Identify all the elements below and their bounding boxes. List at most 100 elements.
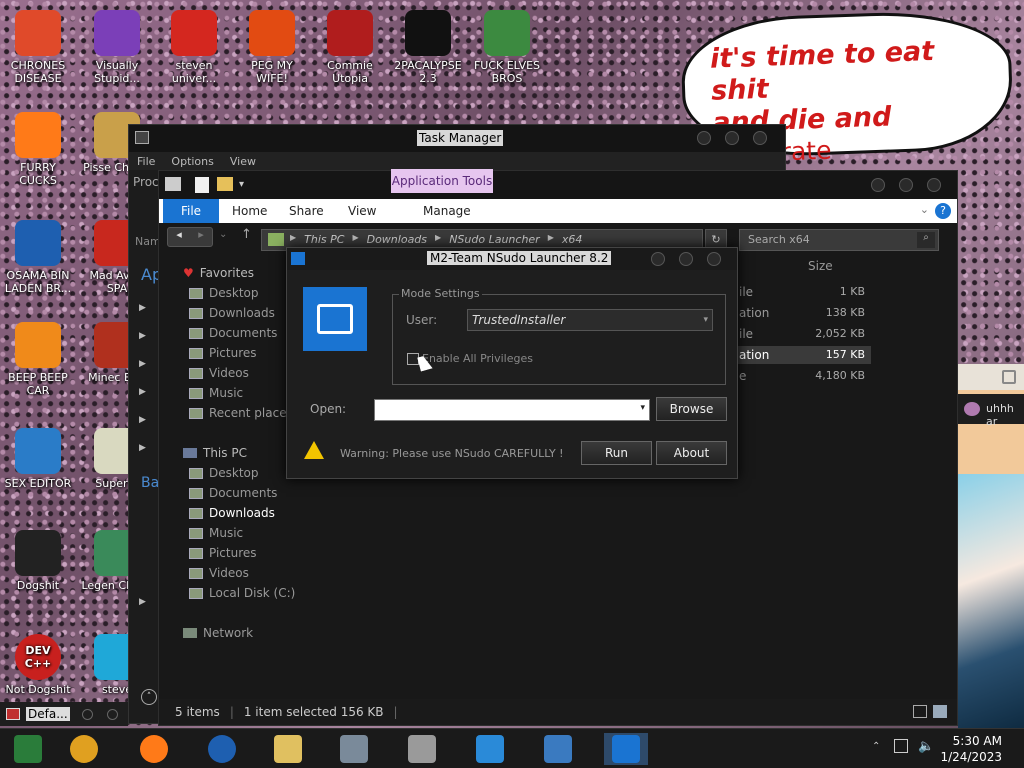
file-explorer-icon[interactable] <box>266 733 310 765</box>
maximize-button[interactable] <box>899 178 913 192</box>
enable-all-privileges-label[interactable]: Enable All Privileges <box>422 352 533 365</box>
network-app-icon[interactable] <box>536 733 580 765</box>
fewer-details-icon[interactable]: ˄ <box>141 689 157 705</box>
breadcrumb-separator-icon[interactable]: ▶ <box>290 233 296 246</box>
minimize-button[interactable] <box>651 252 665 266</box>
obama-icon[interactable] <box>200 733 244 765</box>
tab-home[interactable]: Home <box>232 199 267 223</box>
show-hidden-icons[interactable]: ⌃ <box>872 741 880 752</box>
tab-processes[interactable]: Proc <box>133 175 159 189</box>
volume-icon[interactable]: 🔈 <box>918 739 934 754</box>
tab-file[interactable]: File <box>163 199 219 223</box>
tab-manage[interactable]: Manage <box>423 199 471 223</box>
nav-item[interactable]: Desktop <box>189 466 259 480</box>
nav-item[interactable]: Downloads <box>189 306 275 320</box>
desktop-icon[interactable]: CHRONES DISEASE <box>0 10 76 85</box>
desktop-icon[interactable]: Visually Stupid... <box>79 10 155 85</box>
desktop-icon[interactable]: PEG MY WIFE! <box>234 10 310 85</box>
file-row[interactable]: ile 2,052 KB <box>737 325 871 343</box>
column-size[interactable]: Size <box>808 259 833 273</box>
task-manager-icon[interactable] <box>332 733 376 765</box>
browse-button[interactable]: Browse <box>656 397 727 421</box>
tab-share[interactable]: Share <box>289 199 324 223</box>
file-row[interactable]: ation 157 KB <box>737 346 871 364</box>
recent-dropdown-icon[interactable]: ⌄ <box>219 229 227 240</box>
desktop-icon[interactable]: 2PACALYPSE 2.3 <box>390 10 466 85</box>
file-row[interactable]: ile 1 KB <box>737 283 871 301</box>
file-row[interactable]: ation 138 KB <box>737 304 871 322</box>
search-input[interactable]: Search x64 <box>748 233 810 246</box>
start-button[interactable] <box>6 733 50 765</box>
run-button[interactable]: Run <box>581 441 652 465</box>
open-combobox[interactable]: ▾ <box>374 399 650 421</box>
breadcrumb-item[interactable]: NSudo Launcher <box>449 233 540 246</box>
desktop-icon[interactable]: OSAMA BIN LADEN BR... <box>0 220 76 295</box>
expand-arrow-icon[interactable]: ▶ <box>139 331 146 341</box>
nav-item[interactable]: Videos <box>189 366 249 380</box>
nav-item[interactable]: Recent places <box>189 406 293 420</box>
close-button[interactable] <box>927 178 941 192</box>
desktop-icon[interactable]: steven univer... <box>156 10 232 85</box>
forward-button[interactable]: ▸ <box>190 228 212 246</box>
nav-item[interactable]: Music <box>189 526 243 540</box>
breadcrumb-item[interactable]: This PC <box>304 233 344 246</box>
expand-arrow-icon[interactable]: ▶ <box>139 597 146 607</box>
restore-button[interactable] <box>81 708 93 720</box>
desktop-icon[interactable]: Dogshit <box>0 530 76 592</box>
expand-arrow-icon[interactable]: ▶ <box>139 303 146 313</box>
file-row[interactable]: e 4,180 KB <box>737 367 871 385</box>
nsudo-titlebar[interactable]: M2-Team NSudo Launcher 8.2 <box>287 248 737 270</box>
nav-item[interactable]: Desktop <box>189 286 259 300</box>
expand-ribbon-icon[interactable]: ⌄ <box>920 203 929 216</box>
breadcrumb-separator-icon[interactable]: ▶ <box>435 233 441 246</box>
menu-file[interactable]: File <box>137 155 155 168</box>
close-button[interactable] <box>707 252 721 266</box>
chrome-icon[interactable] <box>62 733 106 765</box>
nsudo-taskbar-icon[interactable] <box>604 733 648 765</box>
nav-network[interactable]: Network <box>183 626 253 640</box>
network-tray-icon[interactable] <box>894 739 908 753</box>
desktop-icon[interactable]: BEEP BEEP CAR <box>0 322 76 397</box>
maximize-button[interactable] <box>679 252 693 266</box>
about-button[interactable]: About <box>656 441 727 465</box>
menu-options[interactable]: Options <box>171 155 213 168</box>
nav-item[interactable]: Documents <box>189 486 277 500</box>
minimize-button[interactable] <box>871 178 885 192</box>
chevron-down-icon[interactable]: ▾ <box>640 403 645 413</box>
nav-item[interactable]: Music <box>189 386 243 400</box>
nav-item[interactable]: Pictures <box>189 346 257 360</box>
user-select[interactable]: TrustedInstaller ▾ <box>467 309 713 331</box>
install-icon[interactable] <box>468 733 512 765</box>
breadcrumb-separator-icon[interactable]: ▶ <box>352 233 358 246</box>
nav-item[interactable]: Local Disk (C:) <box>189 586 295 600</box>
help-icon[interactable]: ? <box>935 203 951 219</box>
expand-arrow-icon[interactable]: ▶ <box>139 443 146 453</box>
expand-arrow-icon[interactable]: ▶ <box>139 387 146 397</box>
nav-item[interactable]: Videos <box>189 566 249 580</box>
desktop-icon[interactable]: Commie Utopia <box>312 10 388 85</box>
nav-favorites[interactable]: ♥ Favorites <box>183 266 254 280</box>
close-button[interactable] <box>106 708 118 720</box>
share-icon[interactable] <box>1002 370 1016 384</box>
expand-arrow-icon[interactable]: ▶ <box>139 415 146 425</box>
search-box[interactable]: Search x64 ⌕ <box>739 229 939 251</box>
maximize-button[interactable] <box>725 131 739 145</box>
breadcrumb-item[interactable]: Downloads <box>367 233 427 246</box>
nav-item[interactable]: Downloads <box>177 503 305 523</box>
new-folder-icon[interactable] <box>217 177 233 191</box>
close-button[interactable] <box>753 131 767 145</box>
desktop-icon[interactable]: FURRY CUCKS <box>0 112 76 187</box>
details-view-icon[interactable] <box>913 705 927 718</box>
qat-dropdown-icon[interactable]: ▾ <box>239 179 244 190</box>
nav-this-pc[interactable]: This PC <box>183 446 247 460</box>
back-button[interactable]: ◂ <box>168 228 190 246</box>
firefox-icon[interactable] <box>132 733 176 765</box>
properties-icon[interactable] <box>195 177 209 193</box>
nav-item[interactable]: Pictures <box>189 546 257 560</box>
up-button[interactable]: ↑ <box>241 227 252 242</box>
search-icon[interactable]: ⌕ <box>917 232 935 248</box>
tab-view[interactable]: View <box>348 199 376 223</box>
minimize-button[interactable] <box>697 131 711 145</box>
program-icon[interactable] <box>400 733 444 765</box>
expand-arrow-icon[interactable]: ▶ <box>139 359 146 369</box>
